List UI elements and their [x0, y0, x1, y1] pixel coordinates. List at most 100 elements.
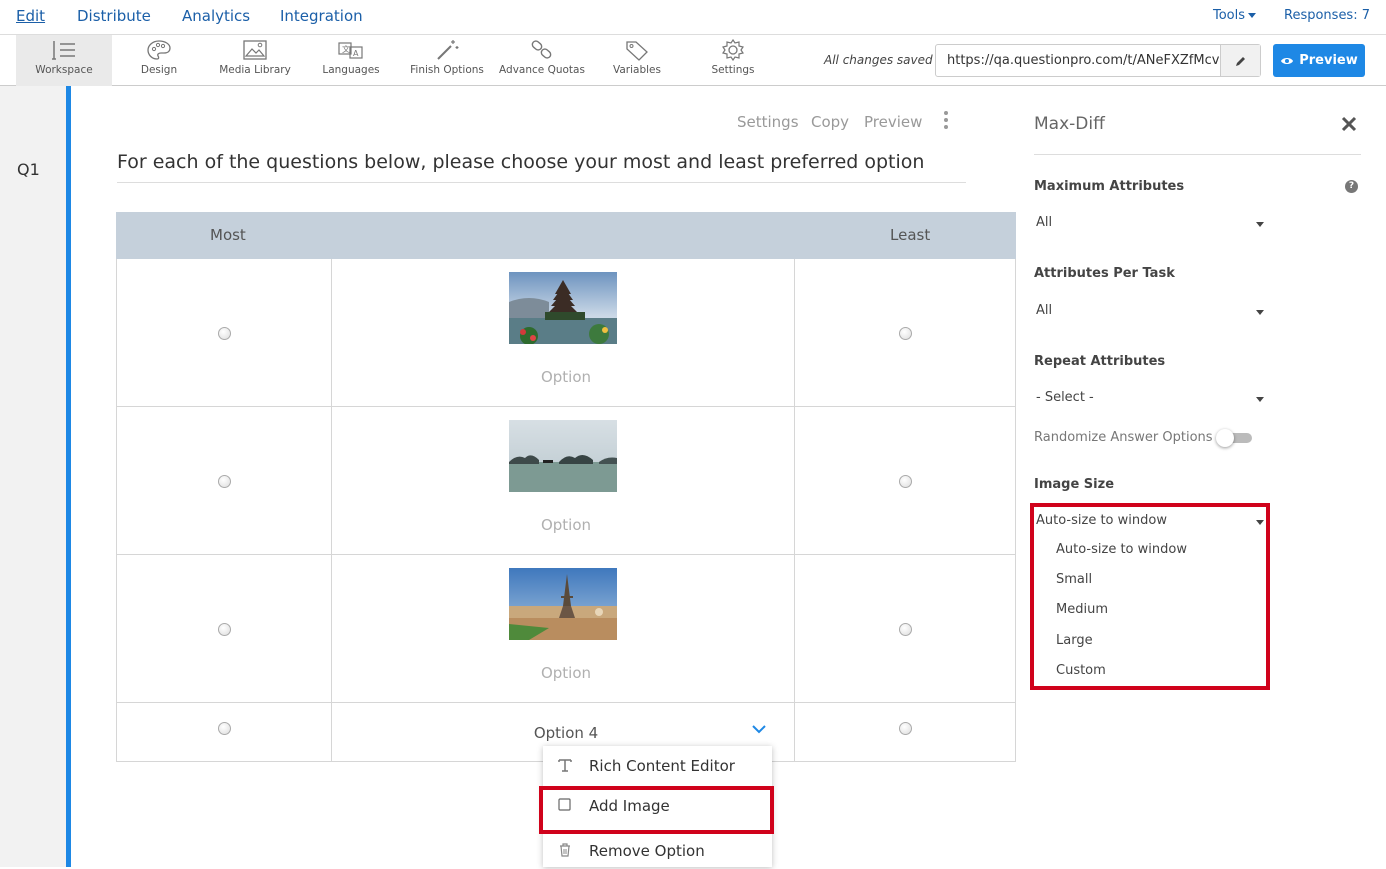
repeat-attributes-value: - Select - [1036, 390, 1094, 405]
edit-url-button[interactable] [1220, 45, 1260, 76]
column-least: Least [890, 226, 931, 244]
close-icon[interactable] [1341, 116, 1357, 132]
table-row: Option [116, 555, 1016, 703]
workspace-icon [52, 41, 75, 60]
attributes-per-task-label: Attributes Per Task [1034, 266, 1175, 281]
grid-header: Most Least [116, 212, 1016, 259]
tool-label: Variables [613, 64, 661, 76]
option-label[interactable]: Option [331, 664, 801, 682]
menu-item-remove-option[interactable]: Remove Option [543, 833, 772, 869]
image-icon [243, 40, 267, 60]
add-image-highlight [539, 786, 774, 834]
repeat-attributes-label: Repeat Attributes [1034, 354, 1166, 369]
tool-label: Design [140, 64, 178, 76]
survey-url-text: https://qa.questionpro.com/t/ANeFXZfMcv [947, 53, 1220, 68]
preview-button[interactable]: Preview [1273, 44, 1365, 77]
question-copy-link[interactable]: Copy [811, 113, 849, 131]
menu-item-rich-content-editor[interactable]: Rich Content Editor [543, 748, 772, 784]
chevron-down-icon[interactable] [751, 724, 767, 734]
chevron-down-icon [1256, 397, 1264, 402]
eye-icon [1281, 57, 1294, 64]
attributes-per-task-select[interactable]: All [1036, 303, 1264, 318]
magic-wand-icon [437, 40, 459, 60]
pencil-icon [1235, 56, 1245, 66]
nav-integration[interactable]: Integration [280, 7, 363, 25]
option-image-eiffel[interactable] [509, 568, 617, 640]
tool-label: Media Library [219, 64, 291, 76]
palette-icon [147, 40, 171, 60]
image-size-label: Image Size [1034, 477, 1115, 492]
question-gutter: Q1 [0, 86, 66, 867]
trash-icon [560, 843, 570, 857]
top-nav: Edit Distribute Analytics Integration To… [0, 0, 1386, 34]
tool-languages[interactable]: 文A Languages [315, 35, 387, 86]
tool-advance-quotas[interactable]: Advance Quotas [497, 35, 587, 86]
preview-label: Preview [1299, 53, 1358, 68]
chevron-down-icon [1256, 310, 1264, 315]
tool-settings[interactable]: Settings [700, 35, 766, 86]
tools-label: Tools [1213, 8, 1246, 23]
question-settings-link[interactable]: Settings [737, 113, 799, 131]
tool-label: Languages [322, 64, 380, 76]
question-preview-link[interactable]: Preview [864, 113, 922, 131]
survey-url-field[interactable]: https://qa.questionpro.com/t/ANeFXZfMcv [935, 44, 1261, 77]
most-radio[interactable] [218, 722, 231, 735]
least-radio[interactable] [899, 722, 912, 735]
table-row: Option [116, 407, 1016, 555]
save-status: All changes saved [824, 53, 933, 67]
most-radio[interactable] [218, 475, 231, 488]
translate-icon: 文A [338, 42, 363, 59]
option-image-temple[interactable] [509, 272, 617, 344]
option-image-bay[interactable] [509, 420, 617, 492]
menu-item-label: Rich Content Editor [589, 757, 735, 775]
gear-icon [722, 39, 744, 61]
max-attributes-value: All [1036, 215, 1053, 230]
chevron-down-icon [1256, 222, 1264, 227]
nav-analytics[interactable]: Analytics [182, 7, 250, 25]
tag-icon [626, 41, 648, 61]
tool-label: Settings [711, 64, 755, 76]
active-question-indicator [66, 86, 71, 867]
repeat-attributes-select[interactable]: - Select - [1036, 390, 1264, 405]
link-icon [531, 40, 552, 59]
tool-finish-options[interactable]: Finish Options [405, 35, 489, 86]
question-divider [117, 182, 966, 183]
image-size-highlight [1030, 503, 1270, 690]
most-radio[interactable] [218, 327, 231, 340]
max-attributes-label: Maximum Attributes [1034, 179, 1185, 194]
tool-design[interactable]: Design [123, 35, 195, 86]
nav-distribute[interactable]: Distribute [77, 7, 151, 25]
option-label[interactable]: Option [331, 516, 801, 534]
least-radio[interactable] [899, 623, 912, 636]
svg-text:A: A [353, 49, 359, 58]
randomize-toggle[interactable] [1216, 429, 1252, 447]
column-most: Most [210, 226, 246, 244]
toolbar: Workspace Design Media Library 文A Langua… [0, 34, 1386, 86]
help-icon[interactable]: ? [1345, 180, 1358, 193]
attributes-per-task-value: All [1036, 303, 1053, 318]
tool-workspace[interactable]: Workspace [16, 35, 112, 86]
tool-media-library[interactable]: Media Library [212, 35, 298, 86]
panel-divider [1034, 154, 1361, 155]
least-radio[interactable] [899, 327, 912, 340]
option-label[interactable]: Option 4 [331, 724, 801, 742]
chevron-down-icon [1248, 13, 1257, 18]
tools-menu[interactable]: Tools [1213, 8, 1257, 23]
tool-variables[interactable]: Variables [603, 35, 671, 86]
nav-edit[interactable]: Edit [16, 7, 45, 25]
least-radio[interactable] [899, 475, 912, 488]
responses-link[interactable]: Responses: 7 [1284, 8, 1370, 23]
tool-label: Advance Quotas [499, 64, 585, 76]
tool-label: Workspace [35, 64, 93, 76]
max-attributes-select[interactable]: All [1036, 215, 1264, 230]
more-options-icon[interactable] [943, 111, 949, 133]
tool-label: Finish Options [410, 64, 484, 76]
table-row: Option [116, 259, 1016, 407]
option-label[interactable]: Option [331, 368, 801, 386]
menu-item-label: Remove Option [589, 842, 705, 860]
text-format-icon [558, 759, 572, 772]
most-radio[interactable] [218, 623, 231, 636]
question-text[interactable]: For each of the questions below, please … [117, 151, 924, 173]
randomize-label: Randomize Answer Options [1034, 430, 1213, 445]
question-number: Q1 [17, 160, 40, 179]
